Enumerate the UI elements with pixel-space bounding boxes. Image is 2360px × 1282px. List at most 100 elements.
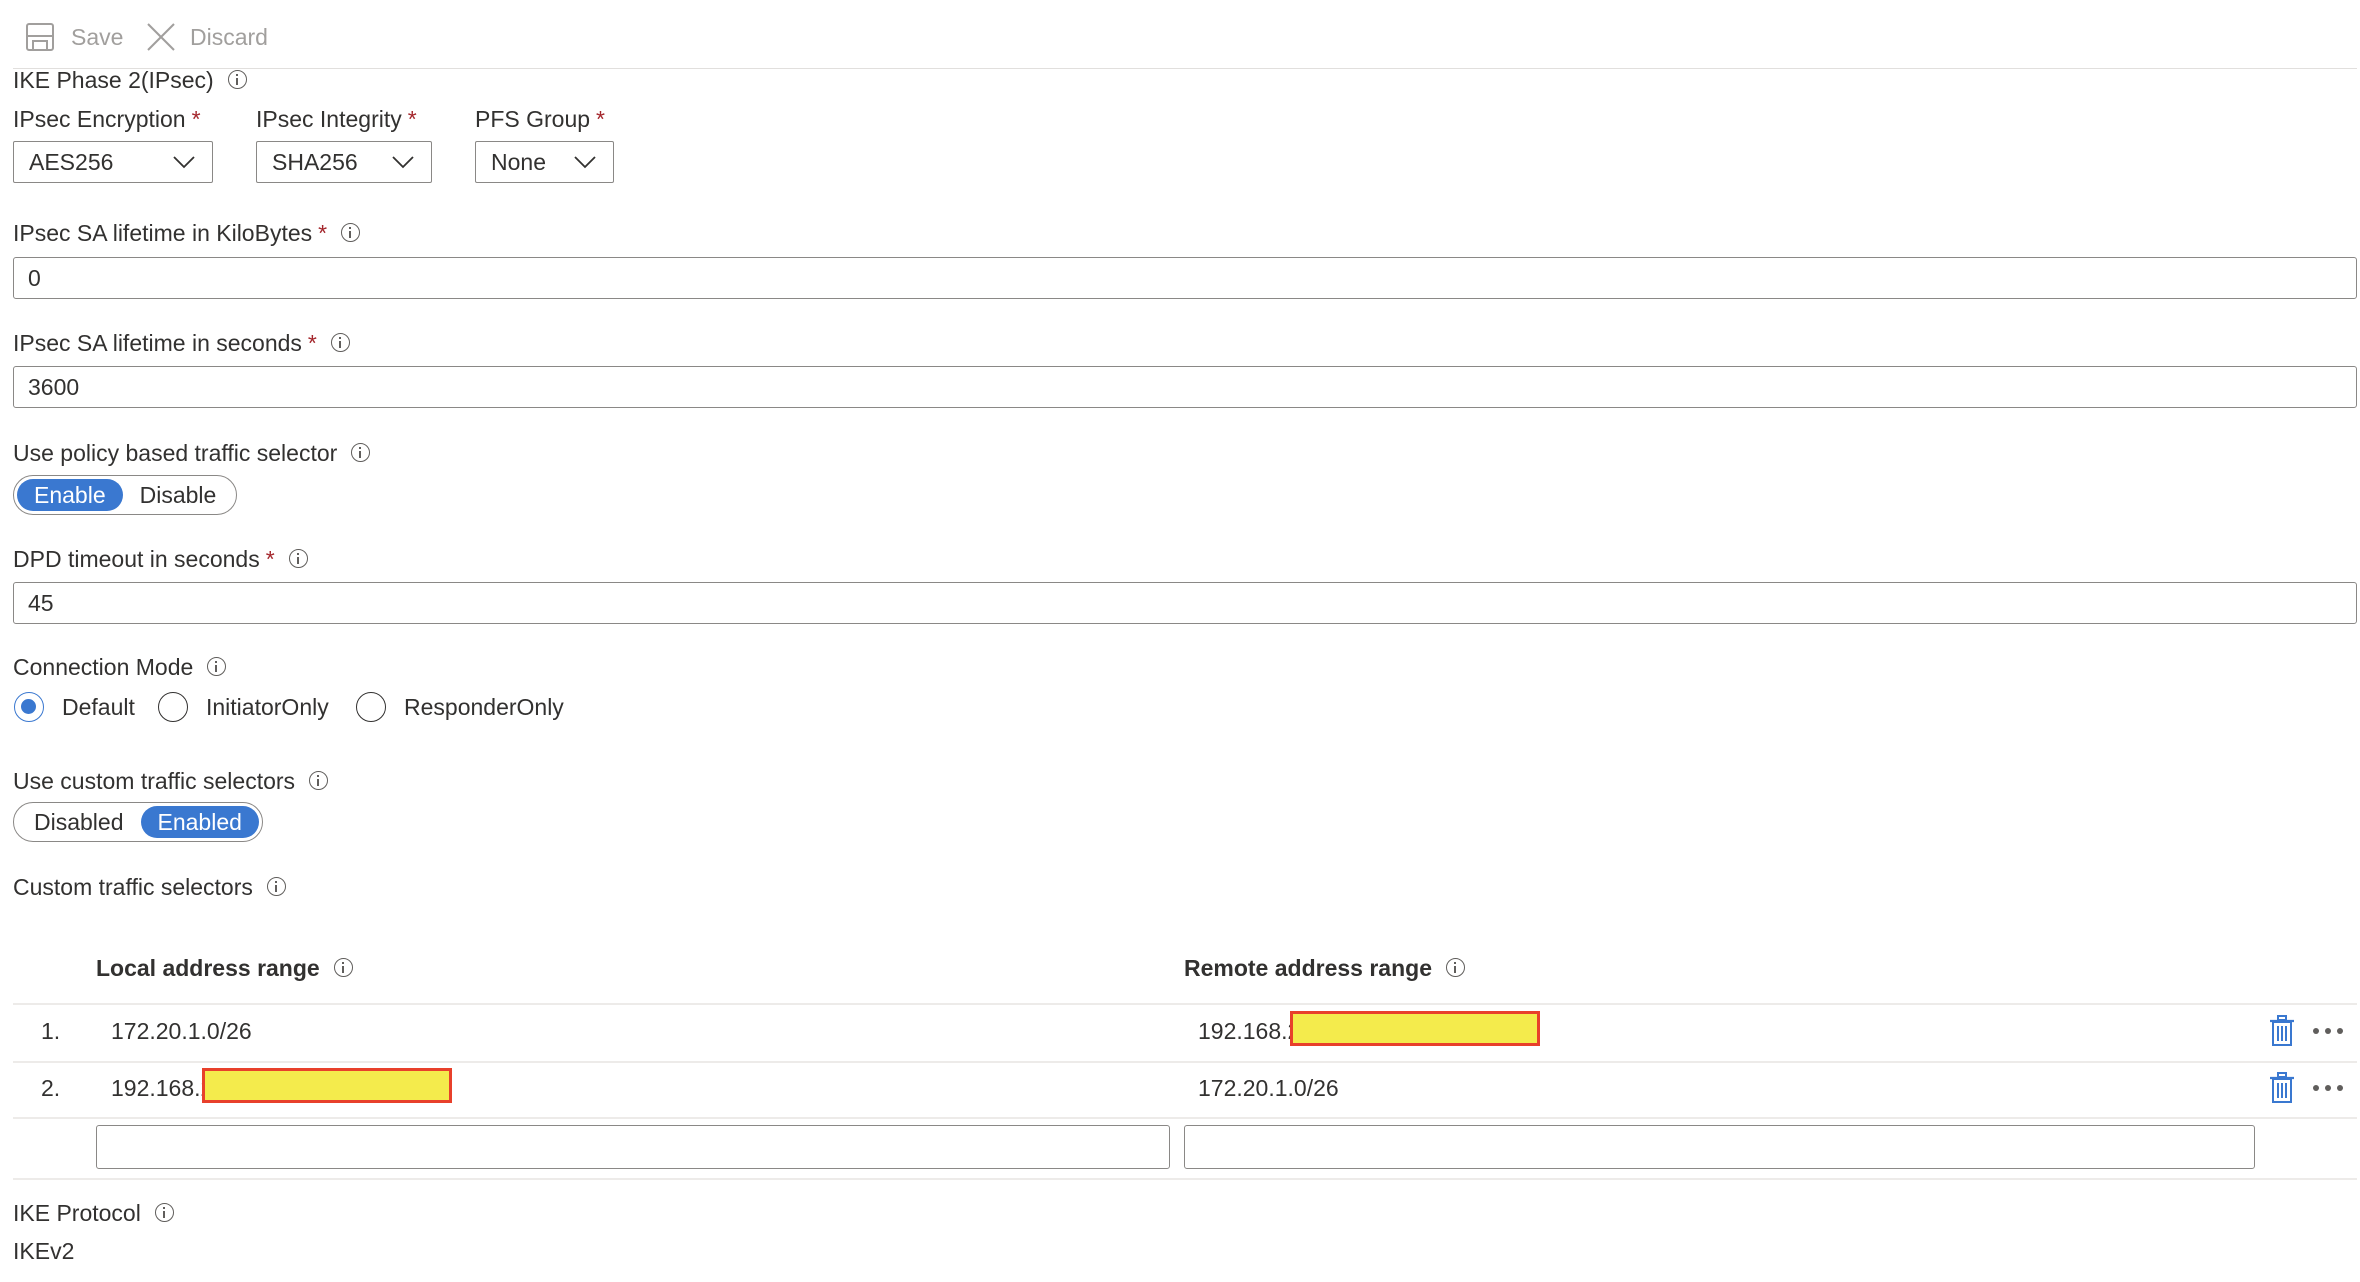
table-divider — [13, 1003, 2357, 1005]
trash-icon[interactable] — [2268, 1015, 2296, 1047]
more-icon[interactable] — [2312, 1083, 2344, 1093]
remote-address-cell: 192.168.2 — [1198, 1018, 1301, 1044]
new-remote-address-field[interactable] — [1184, 1125, 2255, 1169]
ike-protocol-label: IKE Protocol — [13, 1198, 174, 1228]
radio-responder-only-label: ResponderOnly — [404, 694, 564, 720]
required-marker: * — [407, 106, 417, 132]
redaction-box — [1290, 1011, 1540, 1046]
dpd-timeout-field[interactable] — [13, 582, 2357, 624]
trash-icon[interactable] — [2268, 1072, 2296, 1104]
policy-selector-disable[interactable]: Disable — [123, 479, 234, 511]
required-marker: * — [265, 546, 275, 572]
custom-selectors-toggle[interactable]: Disabled Enabled — [13, 802, 263, 842]
new-remote-address-input[interactable] — [1185, 1126, 2254, 1168]
custom-selectors-label-text: Custom traffic selectors — [13, 874, 253, 900]
sa-lifetime-kb-label: IPsec SA lifetime in KiloBytes * — [13, 218, 361, 248]
connection-mode-label-text: Connection Mode — [13, 654, 194, 680]
ike-protocol-value: IKEv2 — [13, 1238, 75, 1264]
connection-mode-label: Connection Mode — [13, 652, 227, 682]
dpd-timeout-label-text: DPD timeout in seconds — [13, 546, 260, 572]
info-icon[interactable] — [341, 223, 361, 243]
save-button[interactable]: Save — [25, 21, 123, 53]
custom-selectors-toggle-label: Use custom traffic selectors — [13, 766, 329, 796]
pfs-group-value: None — [491, 149, 546, 175]
radio-default-label: Default — [62, 694, 135, 720]
discard-button[interactable]: Discard — [146, 21, 268, 53]
toolbar: Save Discard — [0, 0, 2360, 68]
info-icon[interactable] — [154, 1203, 174, 1223]
column-header-local: Local address range — [96, 953, 353, 983]
radio-initiator-only[interactable]: InitiatorOnly — [158, 692, 329, 722]
save-label: Save — [71, 24, 124, 50]
dpd-timeout-input[interactable] — [14, 583, 2356, 623]
policy-selector-enable[interactable]: Enable — [17, 479, 123, 511]
custom-selectors-label: Custom traffic selectors — [13, 872, 286, 902]
toolbar-divider — [13, 68, 2357, 69]
row-index: 1. — [41, 1018, 61, 1044]
radio-initiator-only-label: InitiatorOnly — [206, 694, 329, 720]
pfs-group-dropdown[interactable]: None — [475, 141, 614, 183]
radio-selected-icon — [14, 692, 44, 722]
new-local-address-field[interactable] — [96, 1125, 1170, 1169]
info-icon[interactable] — [330, 333, 350, 353]
sa-lifetime-kb-field[interactable] — [13, 257, 2357, 299]
radio-unselected-icon — [158, 692, 188, 722]
discard-label: Discard — [190, 24, 268, 50]
info-icon[interactable] — [1445, 958, 1465, 978]
required-marker: * — [318, 220, 328, 246]
info-icon[interactable] — [227, 70, 247, 90]
ipsec-integrity-label: IPsec Integrity * — [256, 104, 417, 134]
required-marker: * — [307, 330, 317, 356]
policy-selector-toggle[interactable]: Enable Disable — [13, 475, 238, 515]
info-icon[interactable] — [309, 771, 329, 791]
radio-responder-only[interactable]: ResponderOnly — [356, 692, 564, 722]
custom-selectors-enabled[interactable]: Enabled — [140, 806, 259, 838]
info-icon[interactable] — [288, 549, 308, 569]
ipsec-integrity-dropdown[interactable]: SHA256 — [256, 141, 432, 183]
policy-selector-label: Use policy based traffic selector — [13, 438, 371, 468]
custom-selectors-disabled[interactable]: Disabled — [17, 806, 141, 838]
pfs-group-label-text: PFS Group — [475, 106, 591, 132]
column-header-local-text: Local address range — [96, 955, 320, 981]
section-title: IKE Phase 2(IPsec) — [13, 65, 247, 95]
required-marker: * — [191, 106, 201, 132]
more-icon[interactable] — [2312, 1026, 2344, 1036]
radio-default[interactable]: Default — [14, 692, 135, 722]
policy-selector-label-text: Use policy based traffic selector — [13, 440, 338, 466]
sa-lifetime-kb-input[interactable] — [14, 258, 2356, 298]
table-divider — [13, 1061, 2357, 1063]
close-icon — [147, 23, 175, 51]
sa-lifetime-sec-label-text: IPsec SA lifetime in seconds — [13, 330, 302, 356]
save-icon — [26, 23, 54, 51]
chevron-down-icon — [173, 156, 195, 169]
local-address-cell: 172.20.1.0/26 — [111, 1018, 252, 1044]
custom-selectors-toggle-label-text: Use custom traffic selectors — [13, 768, 296, 794]
local-address-cell: 192.168.2 — [111, 1075, 214, 1101]
required-marker: * — [596, 106, 605, 132]
sa-lifetime-sec-input[interactable] — [14, 367, 2356, 407]
info-icon[interactable] — [333, 958, 353, 978]
info-icon[interactable] — [266, 877, 286, 897]
sa-lifetime-kb-label-text: IPsec SA lifetime in KiloBytes — [13, 220, 313, 246]
table-divider — [13, 1117, 2357, 1119]
info-icon[interactable] — [351, 443, 371, 463]
redaction-box — [202, 1068, 452, 1103]
sa-lifetime-sec-label: IPsec SA lifetime in seconds * — [13, 328, 350, 358]
ipsec-encryption-dropdown[interactable]: AES256 — [13, 141, 213, 183]
remote-address-cell: 172.20.1.0/26 — [1198, 1075, 1339, 1101]
dpd-timeout-label: DPD timeout in seconds * — [13, 544, 308, 574]
ipsec-encryption-label: IPsec Encryption * — [13, 104, 201, 134]
ipsec-encryption-value: AES256 — [29, 149, 114, 175]
new-local-address-input[interactable] — [97, 1126, 1169, 1168]
info-icon[interactable] — [207, 657, 227, 677]
chevron-down-icon — [392, 156, 414, 169]
row-index: 2. — [41, 1075, 61, 1101]
ipsec-integrity-label-text: IPsec Integrity — [256, 106, 402, 132]
ike-protocol-label-text: IKE Protocol — [13, 1200, 141, 1226]
section-title-text: IKE Phase 2(IPsec) — [13, 67, 214, 93]
radio-unselected-icon — [356, 692, 386, 722]
sa-lifetime-sec-field[interactable] — [13, 366, 2357, 408]
ipsec-integrity-value: SHA256 — [272, 149, 358, 175]
column-header-remote-text: Remote address range — [1184, 955, 1432, 981]
chevron-down-icon — [574, 156, 596, 169]
